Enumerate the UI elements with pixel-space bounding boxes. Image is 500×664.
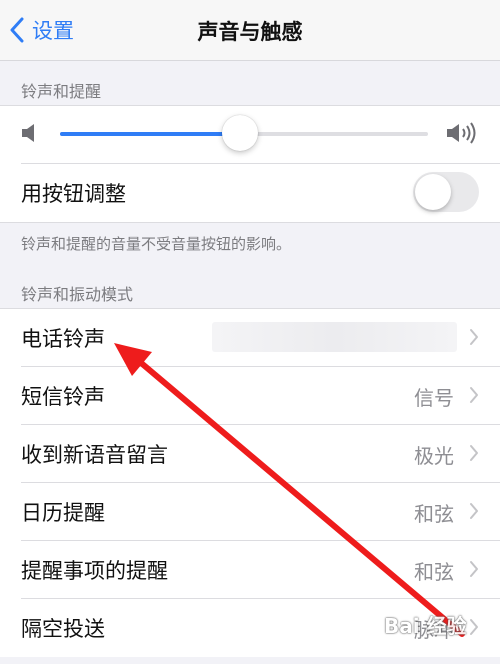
volume-slider-fill xyxy=(60,132,241,136)
ringtone-footer-note: 铃声和提醒的音量不受音量按钮的影响。 xyxy=(21,235,292,253)
chevron-right-icon xyxy=(470,329,478,345)
row-value: 和弦 xyxy=(414,560,454,584)
speaker-high-icon xyxy=(447,122,476,144)
row-value: 和弦 xyxy=(414,502,454,526)
row-label: 短信铃声 xyxy=(21,385,105,409)
row-label: 收到新语音留言 xyxy=(21,443,168,467)
row-new-voicemail[interactable]: 收到新语音留言 极光 xyxy=(0,425,500,482)
row-label: 隔空投送 xyxy=(21,617,105,641)
sound-patterns-group: 电话铃声 短信铃声 信号 收到新语音留言 极光 日历提醒 和弦 提醒事项的提醒 … xyxy=(0,308,500,657)
toggle-knob xyxy=(415,174,451,210)
row-reminder-alerts[interactable]: 提醒事项的提醒 和弦 xyxy=(0,541,500,598)
row-value: 极光 xyxy=(414,444,454,468)
row-text-tone[interactable]: 短信铃声 信号 xyxy=(0,367,500,424)
speaker-low-icon xyxy=(22,124,34,142)
button-adjust-toggle[interactable] xyxy=(413,172,479,212)
row-label: 电话铃声 xyxy=(21,327,105,351)
row-calendar-alerts[interactable]: 日历提醒 和弦 xyxy=(0,483,500,540)
section-header-patterns: 铃声和振动模式 xyxy=(21,285,134,304)
blurred-value xyxy=(212,322,457,352)
chevron-right-icon xyxy=(470,503,478,519)
chevron-right-icon xyxy=(470,445,478,461)
button-adjust-label: 用按钮调整 xyxy=(21,182,126,206)
row-value: 信号 xyxy=(414,386,454,410)
page-title: 声音与触感 xyxy=(197,20,303,44)
chevron-right-icon xyxy=(470,561,478,577)
row-label: 提醒事项的提醒 xyxy=(21,559,168,583)
row-label: 日历提醒 xyxy=(21,501,105,525)
chevron-right-icon xyxy=(470,387,478,403)
watermark: Bai 经验 xyxy=(384,614,467,638)
chevron-right-icon xyxy=(470,619,478,635)
navigation-bar: 设置 声音与触感 xyxy=(0,0,500,61)
row-phone-ringtone[interactable]: 电话铃声 xyxy=(0,309,500,366)
section-header-ringtone: 铃声和提醒 xyxy=(21,82,102,101)
